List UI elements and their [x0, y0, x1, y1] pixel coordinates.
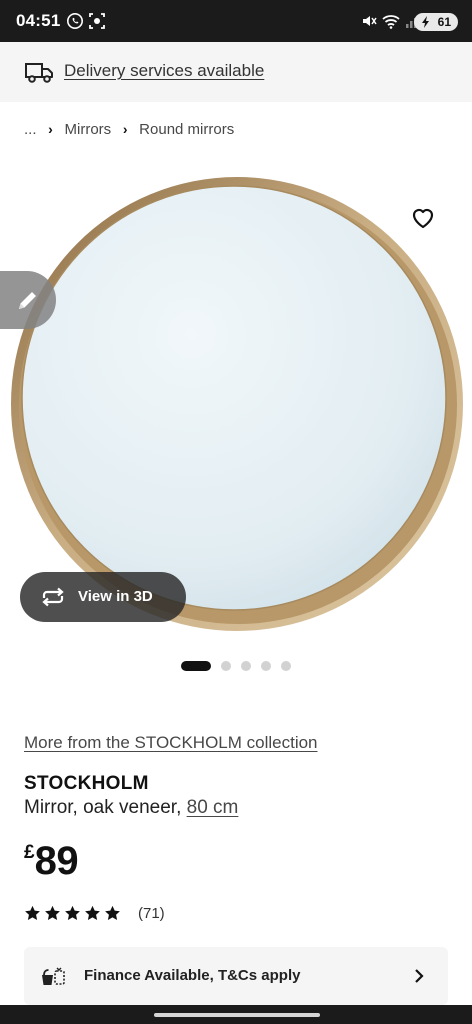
whatsapp-icon: [67, 13, 83, 29]
product-price: £ 89: [24, 838, 79, 884]
product-name: STOCKHOLM: [24, 773, 149, 794]
product-image-carousel[interactable]: View in 3D: [0, 160, 472, 650]
chevron-right-icon: ›: [48, 121, 53, 137]
screen-record-icon: [89, 13, 105, 29]
view-in-3d-button[interactable]: View in 3D: [20, 572, 186, 622]
battery-indicator: 61: [414, 13, 458, 31]
review-count: (71): [138, 904, 165, 922]
status-bar: 04:51 61: [0, 0, 472, 42]
star-icon: [105, 905, 120, 920]
star-icon: [25, 905, 40, 920]
star-icon: [85, 905, 100, 920]
product-rating[interactable]: (71): [24, 903, 165, 923]
heart-icon: [412, 208, 434, 229]
chevron-right-icon: [415, 969, 424, 983]
breadcrumb-item-round-mirrors[interactable]: Round mirrors: [139, 121, 234, 138]
delivery-banner[interactable]: Delivery services available: [0, 42, 472, 102]
mute-icon: [363, 16, 377, 26]
system-navigation-bar: [0, 1005, 472, 1024]
breadcrumb: ... › Mirrors › Round mirrors: [24, 119, 234, 139]
chevron-right-icon: ›: [122, 121, 128, 137]
wifi-icon: [382, 15, 400, 29]
truck-icon: [25, 63, 53, 83]
finance-icon: [42, 967, 65, 985]
product-size-link[interactable]: 80 cm: [187, 797, 239, 818]
edit-button[interactable]: [0, 271, 56, 329]
carousel-dot-3[interactable]: [241, 661, 251, 671]
view-in-3d-label: View in 3D: [78, 588, 153, 605]
battery-charging-icon: [422, 16, 429, 28]
product-description-text: Mirror, oak veneer,: [24, 797, 182, 818]
price-currency: £: [24, 842, 35, 863]
carousel-dot-1[interactable]: [181, 661, 211, 671]
collection-link[interactable]: More from the STOCKHOLM collection: [24, 733, 318, 753]
carousel-dot-4[interactable]: [261, 661, 271, 671]
home-gesture-handle[interactable]: [154, 1013, 320, 1017]
pencil-icon: [19, 292, 36, 309]
price-value: 89: [34, 839, 79, 883]
carousel-dots: [181, 660, 301, 672]
status-time: 04:51: [16, 11, 61, 30]
finance-label: Finance Available, T&Cs apply: [84, 967, 301, 984]
carousel-dot-2[interactable]: [221, 661, 231, 671]
carousel-dot-5[interactable]: [281, 661, 291, 671]
star-icon: [65, 905, 80, 920]
battery-level: 61: [437, 15, 451, 29]
favourite-button[interactable]: [408, 203, 438, 233]
star-icon: [45, 905, 60, 920]
breadcrumb-ellipsis[interactable]: ...: [24, 121, 37, 138]
delivery-link[interactable]: Delivery services available: [64, 61, 264, 81]
product-description: Mirror, oak veneer, 80 cm: [24, 797, 238, 819]
finance-banner[interactable]: Finance Available, T&Cs apply: [24, 947, 448, 1005]
rotate-3d-icon: [42, 587, 64, 607]
breadcrumb-item-mirrors[interactable]: Mirrors: [65, 121, 112, 138]
